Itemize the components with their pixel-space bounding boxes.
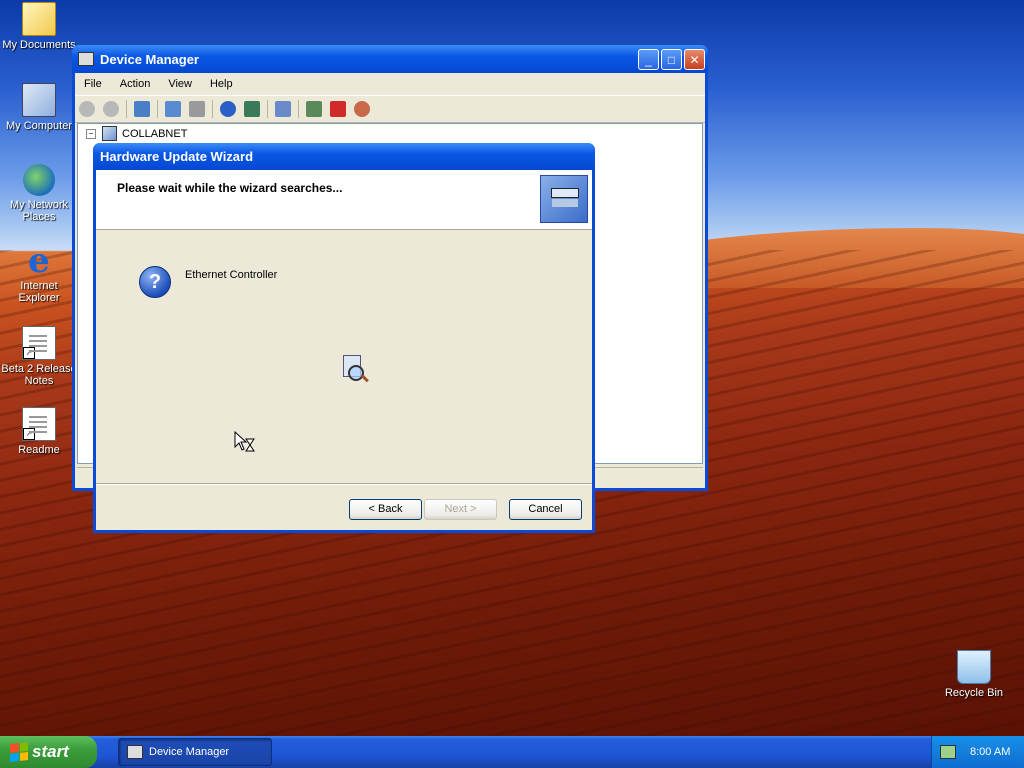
computer-icon bbox=[78, 52, 94, 66]
help-icon[interactable] bbox=[220, 101, 236, 117]
disable-device-icon[interactable] bbox=[354, 101, 370, 117]
desktop-icon-my-documents[interactable]: My Documents bbox=[0, 2, 78, 51]
desktop-icon-internet-explorer[interactable]: e Internet Explorer bbox=[0, 241, 78, 304]
wizard-body: Please wait while the wizard searches...… bbox=[96, 170, 592, 530]
windows-logo-icon bbox=[10, 742, 28, 762]
wizard-header: Please wait while the wizard searches... bbox=[96, 170, 592, 230]
toolbar-separator bbox=[157, 100, 158, 118]
readme-icon: ↗ bbox=[22, 407, 56, 441]
search-animation-icon bbox=[341, 355, 369, 385]
taskbar: start Device Manager 8:00 AM bbox=[0, 736, 1024, 768]
update-driver-icon[interactable] bbox=[306, 101, 322, 117]
show-hide-tree-icon[interactable] bbox=[134, 101, 150, 117]
hardware-update-wizard: Hardware Update Wizard Please wait while… bbox=[93, 143, 595, 533]
wizard-titlebar[interactable]: Hardware Update Wizard bbox=[93, 143, 595, 170]
my-documents-icon bbox=[22, 2, 56, 36]
desktop-icon-readme[interactable]: ↗ Readme bbox=[0, 407, 78, 456]
shortcut-arrow-icon: ↗ bbox=[23, 347, 35, 359]
toolbar bbox=[75, 95, 705, 123]
collapse-icon[interactable]: − bbox=[86, 128, 96, 139]
scan-hardware-icon[interactable] bbox=[275, 101, 291, 117]
menu-view[interactable]: View bbox=[159, 78, 201, 90]
toolbar-separator bbox=[212, 100, 213, 118]
toolbar-separator bbox=[267, 100, 268, 118]
uninstall-icon[interactable] bbox=[330, 101, 346, 117]
view-icon[interactable] bbox=[244, 101, 260, 117]
clock[interactable]: 8:00 AM bbox=[970, 746, 1010, 758]
menu-action[interactable]: Action bbox=[111, 78, 160, 90]
forward-arrow-icon[interactable] bbox=[103, 101, 119, 117]
desktop-icon-label: Recycle Bin bbox=[944, 687, 1004, 699]
menu-help[interactable]: Help bbox=[201, 78, 242, 90]
maximize-button[interactable]: □ bbox=[661, 49, 682, 70]
toolbar-separator bbox=[126, 100, 127, 118]
desktop-icon-label: Beta 2 Release Notes bbox=[1, 363, 77, 387]
desktop-icon-release-notes[interactable]: ↗ Beta 2 Release Notes bbox=[0, 326, 78, 387]
desktop-icon-network-places[interactable]: My Network Places bbox=[0, 164, 78, 223]
my-computer-icon bbox=[22, 83, 56, 117]
toolbar-separator bbox=[298, 100, 299, 118]
internet-explorer-icon: e bbox=[28, 241, 50, 281]
desktop-icon-label: My Network Places bbox=[9, 199, 69, 223]
start-button[interactable]: start bbox=[0, 736, 97, 768]
computer-icon bbox=[127, 745, 143, 759]
desktop-icon-label: My Computer bbox=[5, 120, 73, 132]
back-button[interactable]: < Back bbox=[349, 499, 422, 520]
network-status-icon[interactable] bbox=[940, 745, 956, 759]
system-tray: 8:00 AM bbox=[931, 736, 1024, 768]
menu-file[interactable]: File bbox=[75, 78, 111, 90]
wizard-title: Hardware Update Wizard bbox=[100, 149, 254, 164]
properties-icon[interactable] bbox=[165, 101, 181, 117]
desktop-icon-recycle-bin[interactable]: Recycle Bin bbox=[935, 650, 1013, 699]
taskbar-button-device-manager[interactable]: Device Manager bbox=[118, 738, 272, 766]
window-title: Device Manager bbox=[100, 51, 199, 67]
tree-item-root[interactable]: − COLLABNET bbox=[86, 126, 187, 141]
shortcut-arrow-icon: ↗ bbox=[23, 428, 35, 440]
tree-item-label: COLLABNET bbox=[122, 127, 188, 140]
minimize-button[interactable]: _ bbox=[638, 49, 659, 70]
release-notes-icon: ↗ bbox=[22, 326, 56, 360]
device-manager-titlebar[interactable]: Device Manager bbox=[72, 45, 708, 73]
network-places-icon bbox=[23, 164, 55, 196]
start-label: start bbox=[32, 742, 69, 761]
desktop-icon-label: My Documents bbox=[2, 39, 76, 51]
question-mark-icon: ? bbox=[139, 266, 171, 298]
back-arrow-icon[interactable] bbox=[79, 101, 95, 117]
wizard-heading: Please wait while the wizard searches... bbox=[117, 181, 343, 195]
next-button[interactable]: Next > bbox=[424, 499, 497, 520]
busy-cursor-icon bbox=[234, 431, 255, 452]
desktop-icon-my-computer[interactable]: My Computer bbox=[0, 83, 78, 132]
wizard-separator bbox=[96, 483, 592, 485]
device-name: Ethernet Controller bbox=[185, 269, 278, 281]
recycle-bin-icon bbox=[957, 650, 991, 684]
desktop-icon-label: Readme bbox=[18, 444, 60, 456]
computer-icon bbox=[102, 126, 117, 141]
taskbar-button-label: Device Manager bbox=[149, 746, 230, 758]
desktop-icon-label: Internet Explorer bbox=[18, 280, 60, 304]
menu-bar: File Action View Help bbox=[75, 73, 705, 95]
print-icon[interactable] bbox=[189, 101, 205, 117]
cancel-button[interactable]: Cancel bbox=[509, 499, 582, 520]
close-button[interactable]: ✕ bbox=[684, 49, 705, 70]
hardware-wizard-icon bbox=[540, 175, 588, 223]
